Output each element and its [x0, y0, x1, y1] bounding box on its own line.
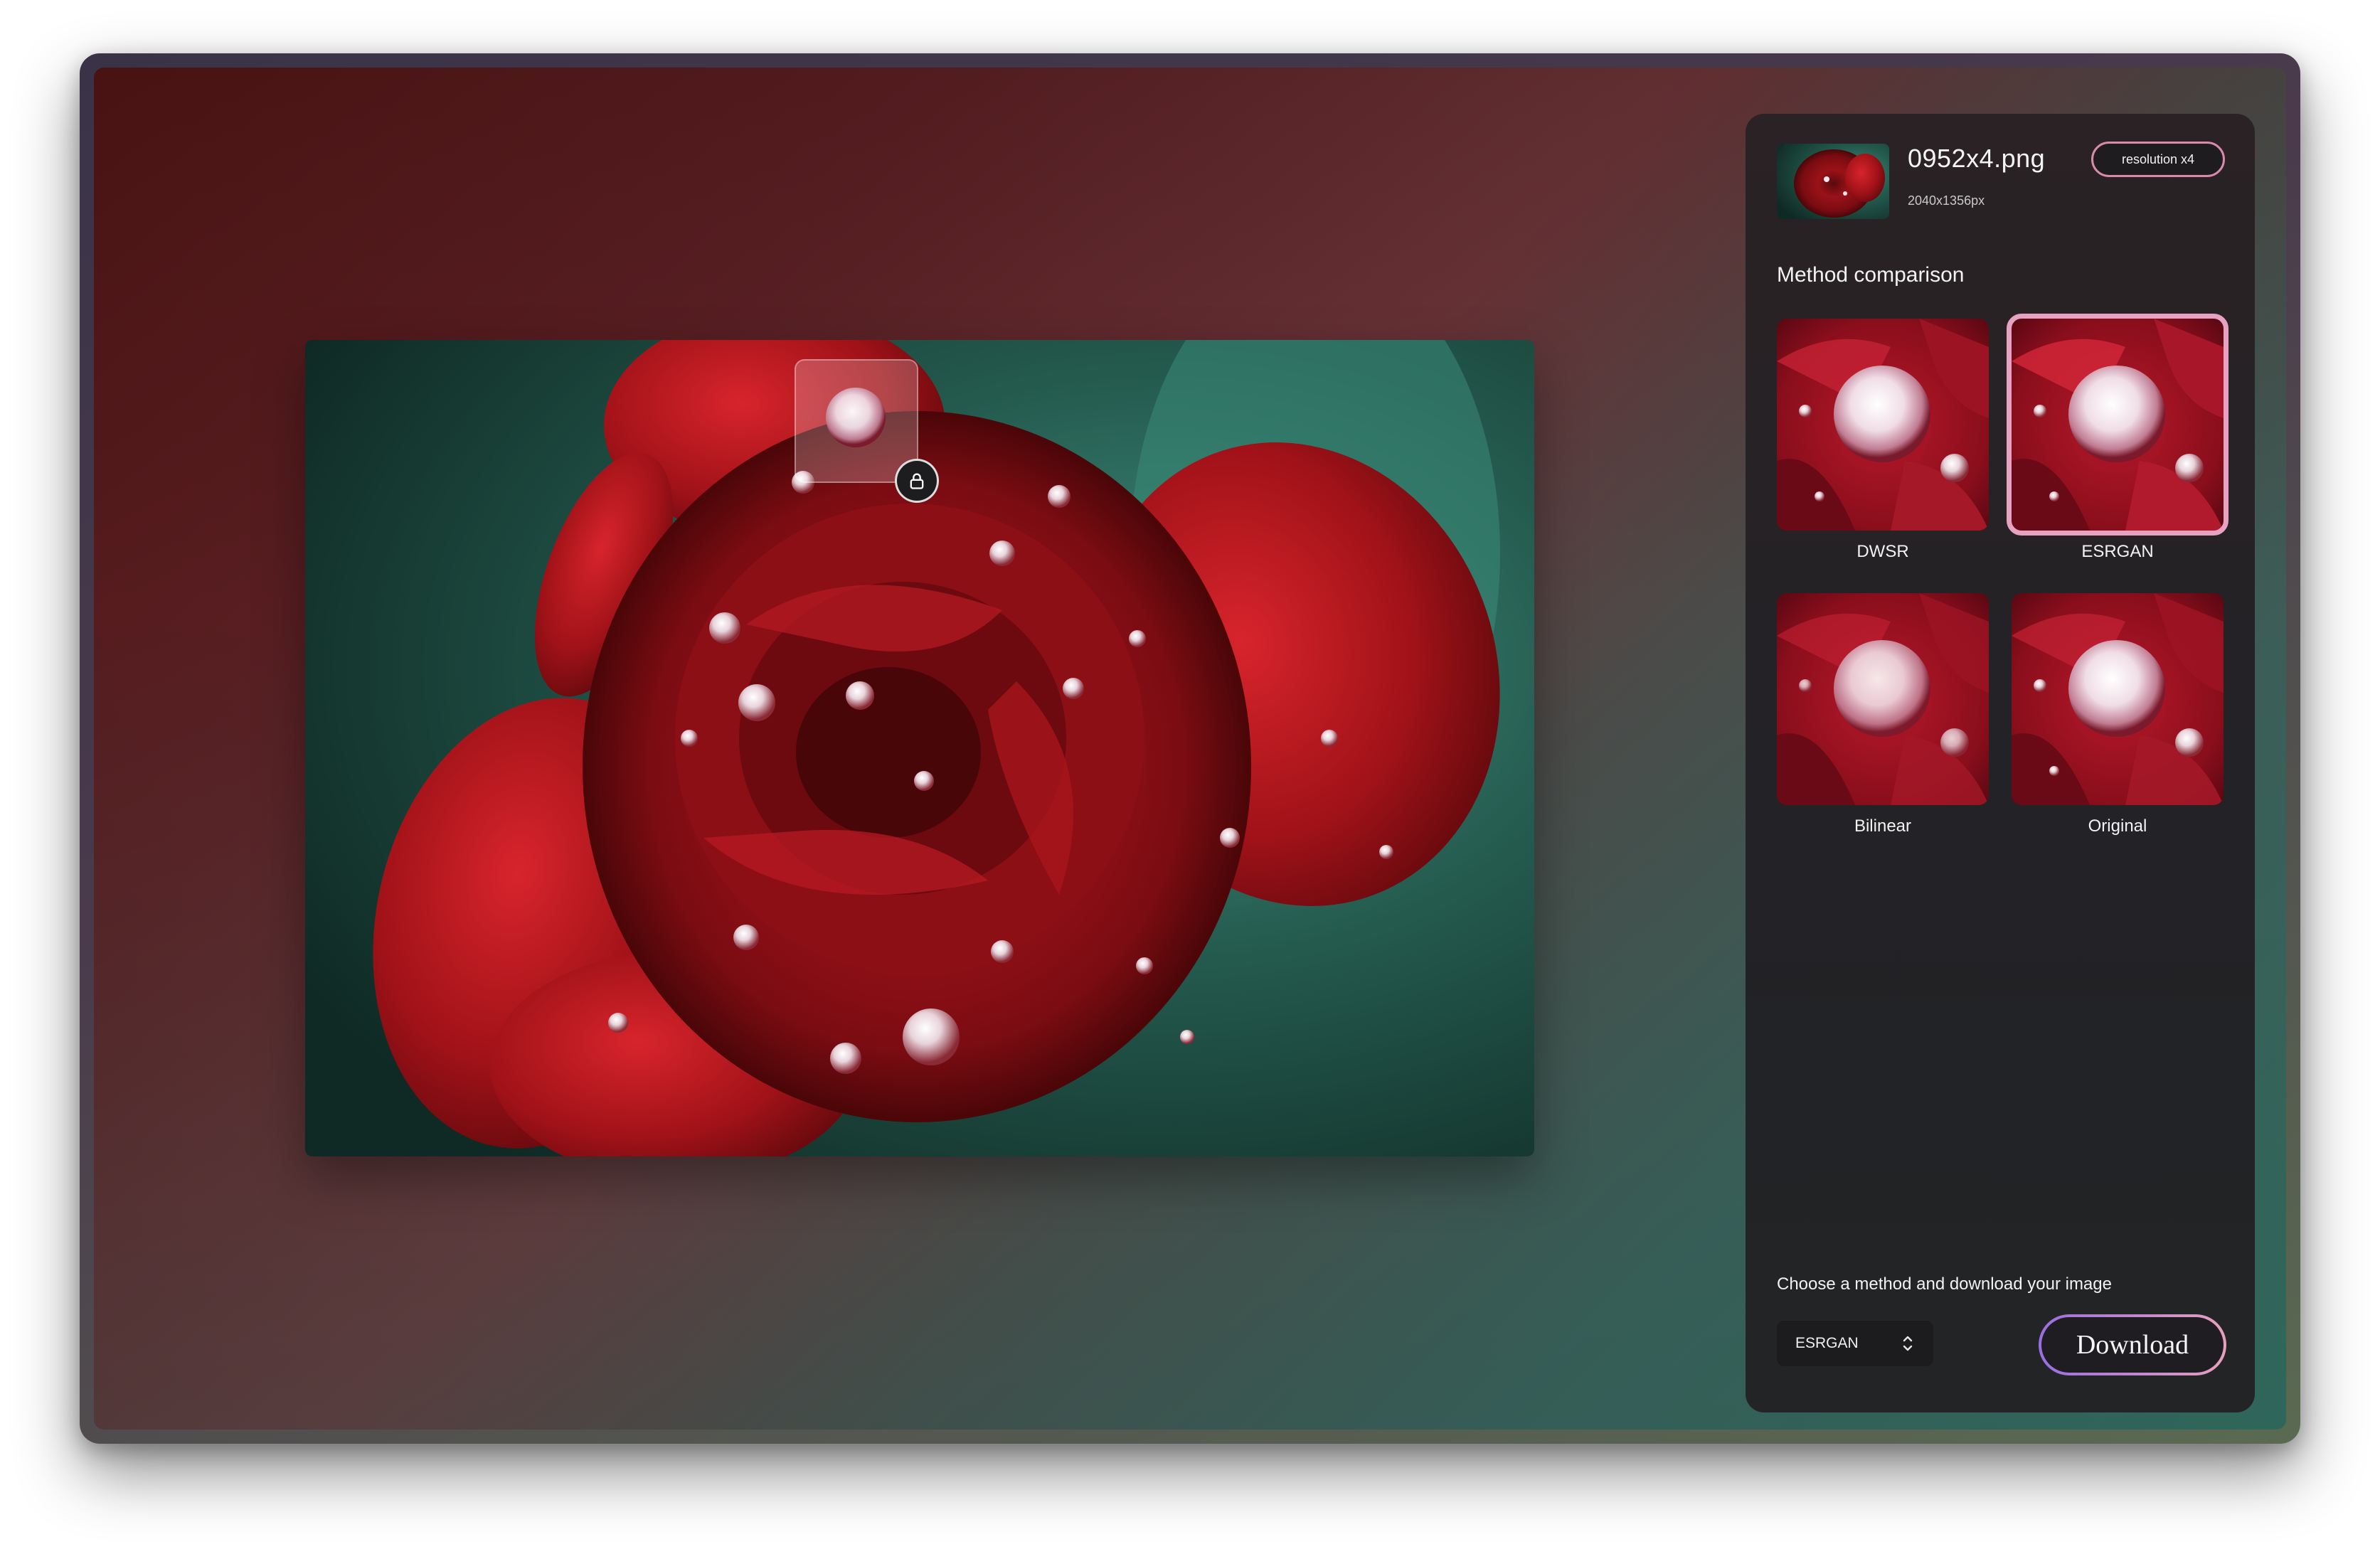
method-label-esrgan: ESRGAN	[2081, 542, 2154, 561]
method-tile-dwsr[interactable]	[1777, 319, 1989, 531]
zoom-lens-selector[interactable]	[795, 359, 918, 483]
method-label-original: Original	[2088, 816, 2147, 836]
canvas-stage: 0952x4.png 2040x1356px resolution x4 Met…	[94, 68, 2286, 1430]
file-thumbnail	[1777, 144, 1889, 219]
download-instruction: Choose a method and download your image	[1777, 1274, 2112, 1294]
method-comparison-title: Method comparison	[1777, 263, 1965, 287]
chevron-up-down-icon	[1903, 1336, 1913, 1351]
method-tile-original[interactable]	[2012, 593, 2224, 805]
method-select[interactable]: ESRGAN	[1777, 1321, 1933, 1366]
app-window: 0952x4.png 2040x1356px resolution x4 Met…	[80, 53, 2300, 1444]
method-tile-esrgan[interactable]	[2007, 314, 2228, 536]
method-select-value: ESRGAN	[1795, 1335, 1859, 1351]
method-panel: 0952x4.png 2040x1356px resolution x4 Met…	[1746, 114, 2255, 1412]
method-label-bilinear: Bilinear	[1854, 816, 1912, 836]
method-label-dwsr: DWSR	[1856, 542, 1909, 561]
file-dimensions: 2040x1356px	[1908, 193, 1985, 208]
download-button[interactable]: Download	[2039, 1314, 2226, 1375]
method-tile-bilinear[interactable]	[1777, 593, 1989, 805]
file-name: 0952x4.png	[1908, 144, 2046, 173]
resolution-badge: resolution x4	[2091, 142, 2225, 177]
lock-icon[interactable]	[895, 459, 939, 503]
